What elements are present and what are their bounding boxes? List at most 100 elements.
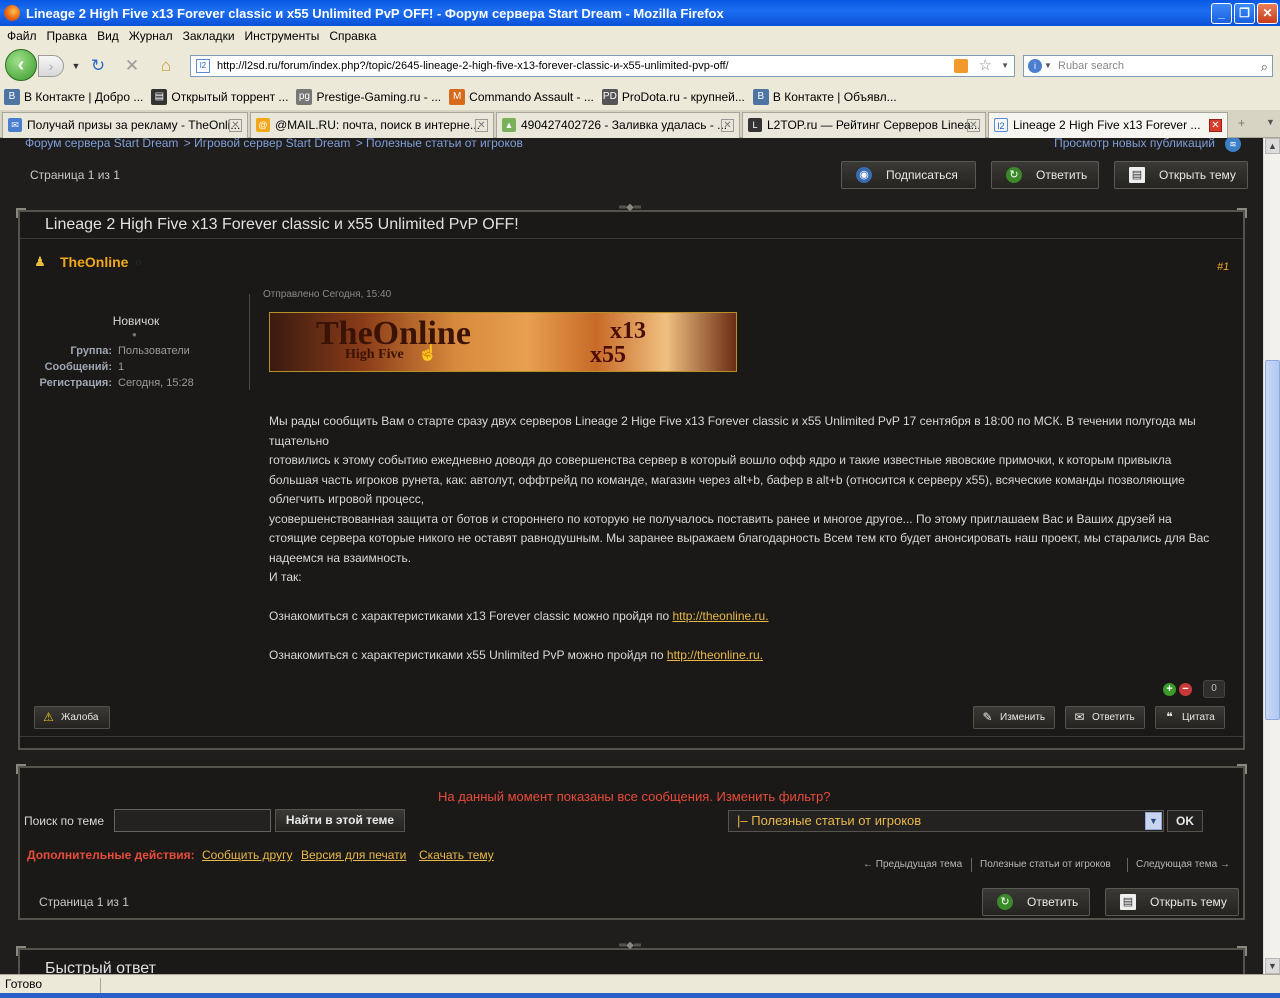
bookmark-item[interactable]: pg Prestige-Gaming.ru - ... — [296, 89, 441, 105]
menu-view[interactable]: Вид — [92, 29, 124, 43]
breadcrumb-link[interactable]: > Игровой сервер Start Dream — [184, 138, 351, 150]
page-info-top: Страница 1 из 1 — [30, 168, 120, 182]
forward-button[interactable]: › — [38, 55, 64, 77]
bookmark-star-icon[interactable]: ☆ — [979, 56, 992, 76]
home-icon[interactable]: ⌂ — [156, 56, 176, 76]
forum-jump-ok-button[interactable]: OK — [1167, 810, 1203, 832]
page-content: Форум сервера Start Dream > Игровой серв… — [0, 138, 1263, 974]
open-topic-button-top[interactable]: ▤ Открыть тему — [1114, 161, 1248, 189]
bookmark-item[interactable]: BВ Контакте | Добро ... — [4, 89, 143, 105]
menu-help[interactable]: Справка — [324, 29, 381, 43]
tell-friend-link[interactable]: Сообщить другу — [202, 848, 292, 862]
tab-close-icon[interactable]: ✕ — [475, 119, 488, 132]
vertical-scrollbar[interactable]: ▲ ▼ — [1263, 138, 1280, 974]
menu-history[interactable]: Журнал — [124, 29, 178, 43]
document-icon: ▤ — [1129, 167, 1145, 183]
l2sd-icon: l2 — [994, 118, 1008, 132]
bookmark-item[interactable]: ▤ Открытый торрент ... — [151, 89, 288, 105]
subscribe-button[interactable]: ◉ Подписаться — [841, 161, 976, 189]
quick-reply-title: Быстрый ответ — [45, 960, 156, 974]
film-icon: ▤ — [151, 89, 168, 105]
taskbar-edge — [0, 993, 1280, 998]
chevron-down-icon[interactable]: ▼ — [1145, 812, 1162, 830]
menu-edit[interactable]: Правка — [42, 29, 93, 43]
next-topic-link[interactable]: Следующая тема → — [1136, 859, 1230, 870]
search-engine-icon[interactable]: i — [1028, 59, 1042, 73]
complaint-button[interactable]: ⚠ Жалоба — [34, 706, 110, 729]
window-titlebar: Lineage 2 High Five x13 Forever classic … — [0, 0, 1280, 26]
search-placeholder: Rubar search — [1058, 60, 1125, 72]
bookmark-item[interactable]: M Commando Assault - ... — [449, 89, 594, 105]
edit-button[interactable]: ✎ Изменить — [973, 706, 1055, 729]
breadcrumb-link[interactable]: > Полезные статьи от игроков — [356, 138, 523, 150]
bookmark-item[interactable]: BВ Контакте | Объявл... — [752, 89, 897, 105]
reputation: + − 0 — [1163, 680, 1225, 698]
tab-active[interactable]: l2 Lineage 2 High Five x13 Forever ... ✕ — [988, 112, 1228, 139]
search-icon[interactable]: ⌕ — [1261, 57, 1268, 77]
open-topic-button-bottom[interactable]: ▤ Открыть тему — [1105, 888, 1239, 916]
maximize-button[interactable]: ❐ — [1234, 3, 1255, 24]
server-link-x55[interactable]: http://theonline.ru. — [667, 648, 763, 662]
rss-feed-icon[interactable]: ≋ — [1225, 138, 1241, 152]
rep-plus-icon[interactable]: + — [1163, 682, 1176, 696]
back-button[interactable]: ‹ — [5, 49, 37, 81]
rss-icon[interactable] — [954, 59, 968, 73]
rep-minus-icon[interactable]: − — [1179, 682, 1192, 696]
history-dropdown-icon[interactable]: ▼ — [66, 56, 86, 76]
scroll-down-icon[interactable]: ▼ — [1265, 958, 1280, 974]
server-link-x13[interactable]: http://theonline.ru. — [672, 609, 768, 623]
tab-list-icon[interactable]: ▼ — [1266, 117, 1275, 127]
document-icon: ▤ — [1120, 894, 1136, 910]
tab-item[interactable]: @ @MAIL.RU: почта, поиск в интерне... ✕ — [250, 112, 494, 138]
post-body: Мы рады сообщить Вам о старте сразу двух… — [269, 414, 1210, 662]
reload-icon[interactable]: ↻ — [88, 56, 108, 76]
download-topic-link[interactable]: Скачать тему — [419, 848, 494, 862]
new-tab-icon[interactable]: + — [1238, 116, 1245, 130]
menu-tools[interactable]: Инструменты — [240, 29, 325, 43]
search-topic-label: Поиск по теме — [24, 814, 105, 828]
post-author[interactable]: TheOnline — [60, 254, 128, 270]
menu-bookmarks[interactable]: Закладки — [178, 29, 240, 43]
scroll-up-icon[interactable]: ▲ — [1265, 138, 1280, 154]
forum-link[interactable]: Полезные статьи от игроков — [980, 859, 1111, 870]
reply-button-bottom[interactable]: ↻ Ответить — [982, 888, 1090, 916]
tab-close-icon[interactable]: ✕ — [721, 119, 734, 132]
breadcrumb-link[interactable]: Форум сервера Start Dream — [25, 138, 178, 150]
reply-button-post[interactable]: ✉ Ответить — [1065, 706, 1145, 729]
filter-notice[interactable]: На данный момент показаны все сообщения.… — [438, 789, 830, 804]
mouse-cursor-icon: ☝ — [418, 345, 438, 362]
minimize-button[interactable]: _ — [1211, 3, 1232, 24]
scroll-thumb[interactable] — [1265, 360, 1280, 720]
ca-icon: M — [449, 89, 466, 105]
url-bar[interactable]: l2 http://l2sd.ru/forum/index.php?/topic… — [190, 55, 1015, 77]
prev-topic-link[interactable]: ← Предыдущая тема — [863, 859, 962, 870]
post-number[interactable]: #1 — [1217, 261, 1229, 273]
forum-jump-select[interactable]: |– Полезные статьи от игроков ▼ — [728, 810, 1164, 832]
reply-button-top[interactable]: ↻ Ответить — [991, 161, 1099, 189]
topic-title: Lineage 2 High Five x13 Forever classic … — [45, 216, 519, 233]
menu-file[interactable]: Файл — [2, 29, 42, 43]
tab-item[interactable]: ✉ Получай призы за рекламу - TheOnli... ✕ — [2, 112, 248, 138]
server-banner[interactable]: TheOnline High Five x13 x55 ☝ — [269, 312, 737, 372]
url-dropdown-icon[interactable]: ▼ — [1001, 56, 1009, 76]
quote-button[interactable]: ❝ Цитата — [1155, 706, 1225, 729]
search-topic-button[interactable]: Найти в этой теме — [275, 809, 405, 832]
tab-close-icon[interactable]: ✕ — [1209, 119, 1222, 132]
engine-dropdown-icon[interactable]: ▼ — [1044, 56, 1052, 76]
bookmarks-toolbar: BВ Контакте | Добро ... ▤ Открытый торрен… — [0, 85, 1280, 109]
search-bar[interactable]: i ▼ Rubar search ⌕ — [1023, 55, 1273, 77]
tab-strip: ✉ Получай призы за рекламу - TheOnli... ✕ … — [0, 110, 1280, 139]
title-divider — [20, 238, 1243, 239]
close-button[interactable]: ✕ — [1257, 3, 1278, 24]
tab-item[interactable]: L L2TOP.ru — Рейтинг Серверов Linea... ✕ — [742, 112, 986, 138]
stop-icon[interactable]: ✕ — [122, 56, 142, 76]
bookmark-item[interactable]: PD ProDota.ru - крупней... — [601, 89, 745, 105]
tab-close-icon[interactable]: ✕ — [229, 119, 242, 132]
print-version-link[interactable]: Версия для печати — [301, 848, 406, 862]
status-text: Готово — [5, 977, 43, 991]
tab-item[interactable]: ▲ 490427402726 - Заливка удалась - ... ✕ — [496, 112, 740, 138]
new-publications-link[interactable]: Просмотр новых публикаций — [1054, 138, 1215, 150]
search-topic-input[interactable] — [114, 809, 271, 832]
tab-close-icon[interactable]: ✕ — [967, 119, 980, 132]
warning-icon: ⚠ — [43, 710, 54, 724]
